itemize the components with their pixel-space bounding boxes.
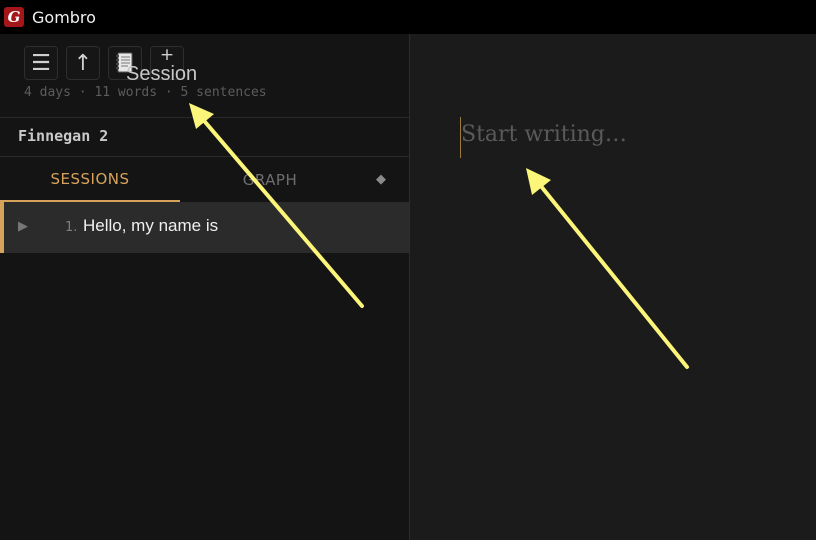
plus-icon: + [159, 45, 175, 65]
title-bar: G Gombro [0, 0, 816, 34]
document-stats: 4 days · 11 words · 5 sentences [24, 85, 267, 100]
menu-icon: ☰ [31, 50, 51, 76]
session-title: Hello, my name is [83, 216, 219, 235]
window-title: Gombro [32, 7, 96, 27]
tab-sessions[interactable]: SESSIONS [0, 157, 180, 202]
tab-bar: SESSIONS GRAPH ◆ [0, 157, 409, 202]
new-session-tooltip: Session [126, 63, 198, 85]
arrow-up-icon: ↑ [73, 50, 93, 76]
sidebar-panel: ☰ ↑ + Session 4 days · 11 words · 5 sent… [0, 34, 410, 540]
expand-caret-icon[interactable]: ▶ [18, 219, 28, 234]
divider [0, 117, 409, 118]
up-button[interactable]: ↑ [66, 46, 100, 80]
session-number: 1. [65, 220, 78, 235]
session-list-item[interactable]: ▶ 1. Hello, my name is [0, 202, 409, 253]
project-title: Finnegan 2 [18, 127, 109, 145]
editor-pane[interactable]: Start writing… [410, 34, 816, 540]
editor-placeholder[interactable]: Start writing… [461, 122, 627, 147]
diamond-icon[interactable]: ◆ [376, 157, 386, 202]
tab-graph[interactable]: GRAPH [180, 157, 360, 202]
menu-button[interactable]: ☰ [24, 46, 58, 80]
app-logo-icon: G [4, 7, 24, 27]
